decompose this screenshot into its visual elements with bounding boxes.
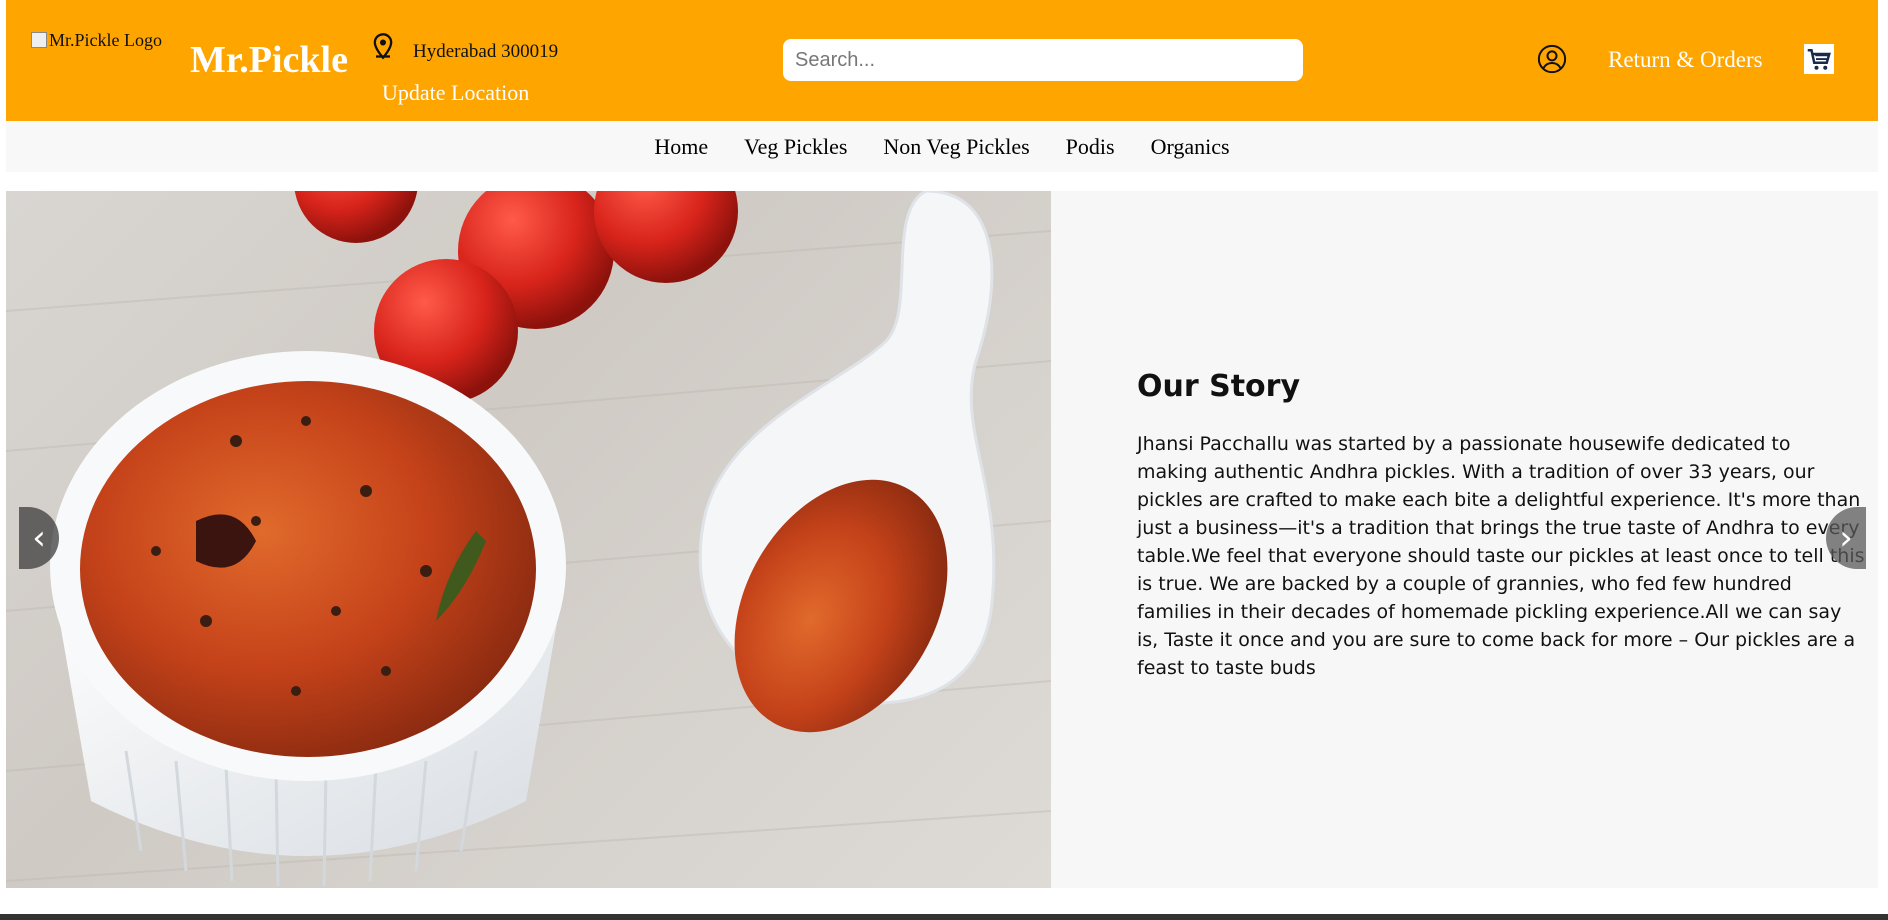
return-orders-link[interactable]: Return & Orders [1608,47,1763,73]
nav-organics[interactable]: Organics [1151,121,1230,172]
location-text: Hyderabad 300019 [413,41,559,62]
story-body: Jhansi Pacchallu was started by a passio… [1137,433,1865,679]
brand-name[interactable]: Mr.Pickle [190,38,348,82]
bottom-edge-bar [0,914,1888,920]
our-story-section: Our Story Jhansi Pacchallu was started b… [1137,369,1867,682]
user-circle-icon[interactable] [1537,44,1567,74]
story-heading: Our Story [1137,369,1301,404]
logo-image[interactable]: Mr.Pickle Logo [31,30,181,54]
search-input[interactable] [783,39,1303,81]
nav-podis[interactable]: Podis [1066,121,1115,172]
nav-veg-pickles[interactable]: Veg Pickles [744,121,847,172]
pickle-photo [6,191,1051,888]
broken-image-icon [31,32,47,48]
logo-alt-text: Mr.Pickle Logo [49,30,162,50]
pickle-illustration [6,191,1051,887]
nav-non-veg-pickles[interactable]: Non Veg Pickles [883,121,1029,172]
site-header: Mr.Pickle Logo Mr.Pickle Hyderabad 30001… [6,0,1878,121]
map-pin-icon [373,33,393,60]
nav-home[interactable]: Home [654,121,708,172]
update-location-link[interactable]: Update Location [382,80,529,106]
hero-carousel: ‹ Our Story Jhansi Pacchallu was started… [6,191,1878,888]
main-nav: Home Veg Pickles Non Veg Pickles Podis O… [6,121,1878,172]
cart-icon[interactable] [1804,44,1834,74]
